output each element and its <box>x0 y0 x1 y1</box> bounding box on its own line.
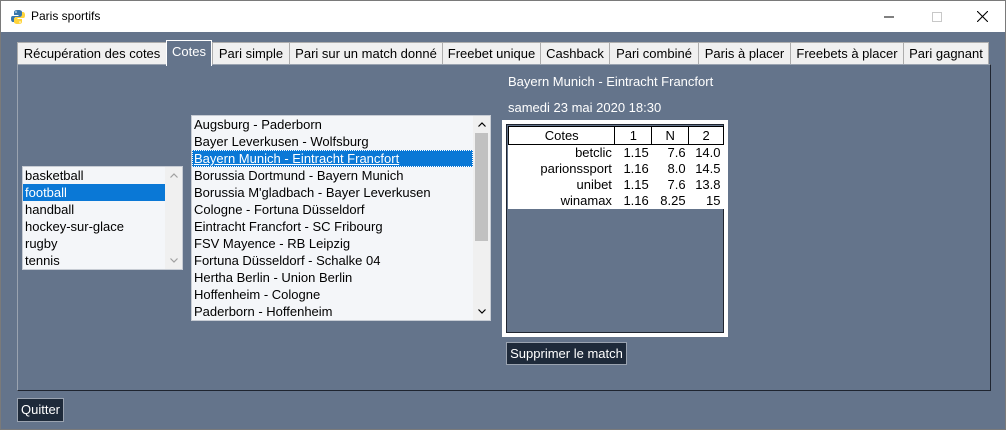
close-button[interactable] <box>959 1 1005 32</box>
chevron-up-icon <box>169 173 178 178</box>
odds-header-cell[interactable]: 2 <box>688 126 724 145</box>
chevron-down-icon <box>477 309 486 314</box>
odds-table: Cotes 1 N 2 betclic 1.15 7.6 14.0 parion… <box>507 126 724 209</box>
minimize-button[interactable] <box>866 1 912 32</box>
tab-cotes[interactable]: Cotes <box>166 40 212 66</box>
match-title: Bayern Munich - Eintracht Francfort <box>508 74 714 89</box>
odds-header-cell[interactable]: N <box>651 126 690 145</box>
odds-row[interactable]: unibet 1.15 7.6 13.8 <box>509 177 724 193</box>
tab-freebets-a-placer[interactable]: Freebets à placer <box>790 42 904 65</box>
tab-recuperation-des-cotes[interactable]: Récupération des cotes <box>17 42 167 65</box>
close-icon <box>976 11 988 22</box>
matches-scrollbar[interactable] <box>473 116 490 320</box>
odds-home: 1.16 <box>623 161 649 176</box>
match-item[interactable]: Fortuna Düsseldorf - Schalke 04 <box>192 252 490 269</box>
maximize-button <box>914 1 960 32</box>
sports-scrollbar[interactable] <box>165 167 182 269</box>
scroll-up-button[interactable] <box>165 167 182 184</box>
odds-row[interactable]: winamax 1.16 8.25 15 <box>509 193 724 209</box>
sport-item[interactable]: football <box>23 184 165 201</box>
title-bar: Paris sportifs <box>1 1 1005 32</box>
sports-listbox[interactable]: basketball football handball hockey-sur-… <box>22 166 183 270</box>
match-item[interactable]: Borussia Dortmund - Bayern Munich <box>192 167 490 184</box>
scroll-up-button[interactable] <box>473 116 490 133</box>
match-item[interactable]: Augsburg - Paderborn <box>192 116 490 133</box>
odds-home: 1.15 <box>623 145 649 160</box>
tab-paris-a-placer[interactable]: Paris à placer <box>698 42 791 65</box>
odds-away: 14.0 <box>695 145 721 160</box>
match-item[interactable]: Cologne - Fortuna Düsseldorf <box>192 201 490 218</box>
match-item[interactable]: Paderborn - Hoffenheim <box>192 303 490 320</box>
odds-frame: Cotes 1 N 2 betclic 1.15 7.6 14.0 parion… <box>502 120 728 337</box>
odds-away: 14.5 <box>695 161 721 176</box>
match-item[interactable]: Bayer Leverkusen - Wolfsburg <box>192 133 490 150</box>
odds-draw: 7.6 <box>667 145 686 160</box>
odds-site: betclic <box>575 145 612 160</box>
scroll-down-button[interactable] <box>473 303 490 320</box>
sport-item[interactable]: handball <box>23 201 182 218</box>
scroll-thumb[interactable] <box>475 133 488 241</box>
tab-pari-sur-un-match-donne[interactable]: Pari sur un match donné <box>289 42 443 65</box>
tab-pari-gagnant[interactable]: Pari gagnant <box>903 42 989 65</box>
odds-row[interactable]: parionssport 1.16 8.0 14.5 <box>509 161 724 177</box>
odds-draw: 8.25 <box>660 193 686 208</box>
odds-away: 15 <box>706 193 721 208</box>
odds-home: 1.15 <box>623 177 649 192</box>
odds-header-row: Cotes 1 N 2 <box>507 126 724 145</box>
delete-match-button[interactable]: Supprimer le match <box>506 342 627 365</box>
sport-item[interactable]: hockey-sur-glace <box>23 218 182 235</box>
match-item[interactable]: FSV Mayence - RB Leipzig <box>192 235 490 252</box>
odds-row[interactable]: betclic 1.15 7.6 14.0 <box>509 145 724 162</box>
tab-pari-simple[interactable]: Pari simple <box>212 42 290 65</box>
match-item[interactable]: Bayern Munich - Eintracht Francfort <box>192 150 473 167</box>
match-item[interactable]: Borussia M'gladbach - Bayer Leverkusen <box>192 184 490 201</box>
match-date: samedi 23 mai 2020 18:30 <box>508 100 662 115</box>
match-item[interactable]: Hertha Berlin - Union Berlin <box>192 269 490 286</box>
odds-away: 13.8 <box>695 177 721 192</box>
odds-site: winamax <box>560 193 612 208</box>
app-window: Paris sportifs Récupération des cotes Co… <box>0 0 1006 430</box>
odds-site: parionssport <box>540 161 612 176</box>
python-icon <box>11 10 25 24</box>
tab-freebet-unique[interactable]: Freebet unique <box>442 42 541 65</box>
odds-draw: 8.0 <box>667 161 686 176</box>
minimize-icon <box>884 16 894 17</box>
odds-draw: 7.6 <box>667 177 686 192</box>
sport-item[interactable]: basketball <box>23 167 182 184</box>
odds-site: unibet <box>576 177 612 192</box>
matches-listbox[interactable]: Augsburg - Paderborn Bayer Leverkusen - … <box>191 115 491 321</box>
window-title: Paris sportifs <box>31 9 101 23</box>
tab-pari-combine[interactable]: Pari combiné <box>609 42 699 65</box>
match-item[interactable]: Hoffenheim - Cologne <box>192 286 490 303</box>
odds-home: 1.16 <box>623 193 649 208</box>
chevron-up-icon <box>477 122 486 127</box>
odds-header-cell[interactable]: 1 <box>614 126 653 145</box>
odds-header-cell[interactable]: Cotes <box>507 126 616 145</box>
sport-item[interactable]: rugby <box>23 235 182 252</box>
maximize-icon <box>932 11 942 22</box>
sport-item[interactable]: tennis <box>23 252 182 269</box>
quit-button[interactable]: Quitter <box>17 398 64 422</box>
match-item[interactable]: Eintracht Francfort - SC Fribourg <box>192 218 490 235</box>
odds-table-area: Cotes 1 N 2 betclic 1.15 7.6 14.0 parion… <box>506 124 724 333</box>
tab-cashback[interactable]: Cashback <box>540 42 610 65</box>
tab-strip: Récupération des cotes Cotes Pari simple… <box>17 40 989 66</box>
chevron-down-icon <box>169 258 178 263</box>
scroll-down-button[interactable] <box>165 252 182 269</box>
